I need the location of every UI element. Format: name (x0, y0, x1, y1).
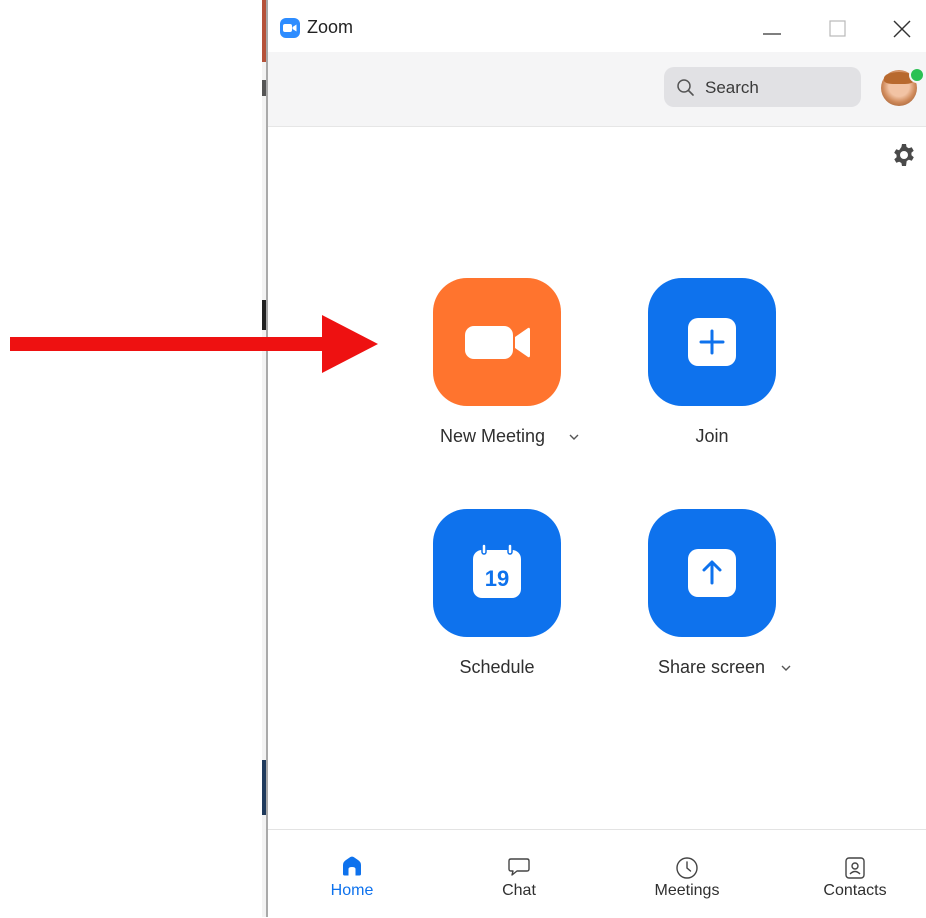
new-meeting-label: New Meeting (440, 426, 546, 446)
chat-bubble-icon (508, 858, 530, 876)
tab-meetings-label: Meetings (654, 882, 720, 899)
close-button[interactable] (880, 12, 920, 46)
maximize-button[interactable] (816, 12, 856, 46)
chevron-down-icon[interactable] (781, 664, 791, 672)
tab-contacts-label: Contacts (823, 882, 887, 899)
search-placeholder: Search (705, 78, 759, 97)
tab-chat-label: Chat (502, 882, 536, 899)
plus-icon (688, 318, 736, 366)
search-box[interactable]: Search (664, 67, 861, 107)
schedule-label: Schedule (459, 657, 535, 677)
settings-gear-icon[interactable] (892, 143, 916, 167)
calendar-icon: 19 (473, 543, 521, 598)
header-bar: Search (268, 52, 926, 127)
home-icon (343, 856, 361, 876)
zoom-logo-icon (280, 18, 300, 38)
minimize-icon (763, 33, 781, 35)
share-screen-button[interactable] (648, 509, 776, 637)
join-button[interactable] (648, 278, 776, 406)
presence-status-dot (909, 67, 925, 83)
chevron-down-icon[interactable] (569, 433, 579, 441)
tab-home-label: Home (330, 882, 374, 899)
calendar-date-text: 19 (485, 566, 509, 591)
join-label: Join (695, 426, 729, 446)
zoom-app-window: Zoom Search New Meeting Join 19 Schedule… (268, 0, 926, 918)
minimize-button[interactable] (753, 12, 793, 46)
schedule-button[interactable]: 19 (433, 509, 561, 637)
contact-card-icon (845, 857, 865, 879)
red-arrow-annotation (10, 315, 378, 373)
title-bar: Zoom (268, 0, 926, 52)
avatar[interactable] (881, 67, 925, 106)
video-camera-icon (465, 326, 530, 359)
tab-meetings[interactable]: Meetings (622, 830, 752, 918)
search-icon (677, 79, 694, 96)
arrow-up-icon (688, 549, 736, 597)
bottom-nav: Home Chat Meetings Contacts (268, 829, 926, 918)
close-icon (893, 20, 911, 38)
share-screen-label: Share screen (658, 657, 766, 677)
tab-chat[interactable]: Chat (454, 830, 584, 918)
tab-home[interactable]: Home (287, 830, 417, 918)
tab-contacts[interactable]: Contacts (790, 830, 920, 918)
maximize-icon (829, 20, 846, 37)
app-title: Zoom (307, 17, 354, 37)
new-meeting-button[interactable] (433, 278, 561, 406)
clock-icon (676, 857, 698, 879)
